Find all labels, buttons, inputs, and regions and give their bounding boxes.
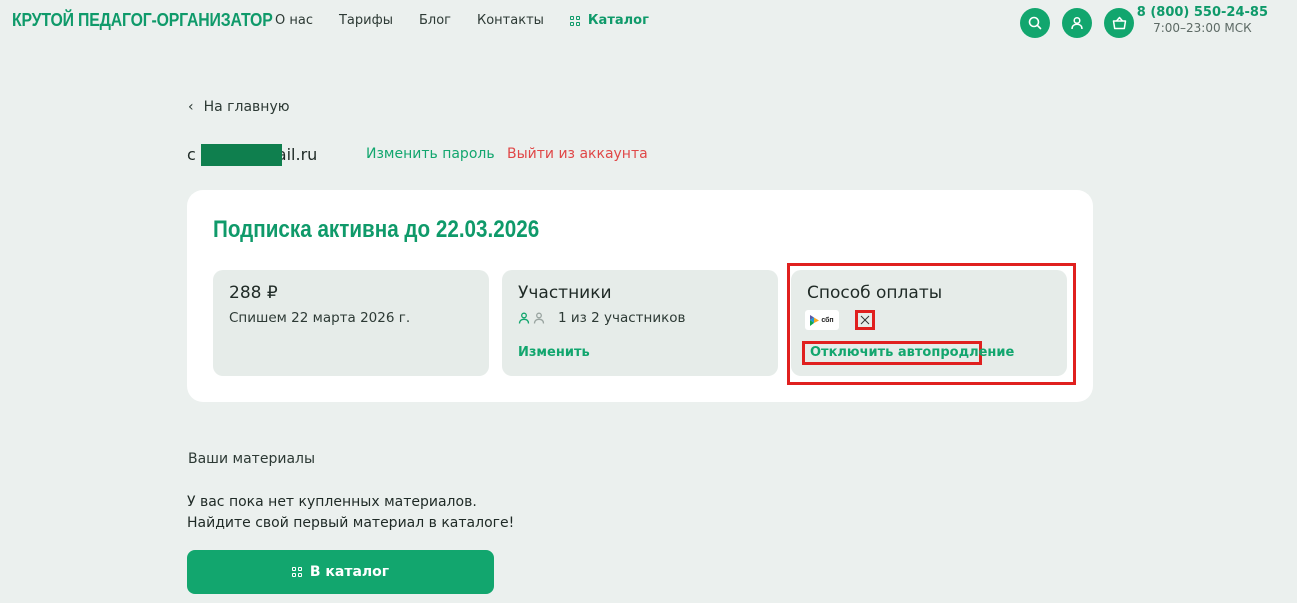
subscription-title: Подписка активна до 22.03.2026 bbox=[213, 216, 540, 243]
site-header: КРУТОЙ ПЕДАГОГ-ОРГАНИЗАТОР О нас Тарифы … bbox=[0, 0, 1297, 50]
main-nav: О нас Тарифы Блог Контакты Каталог bbox=[275, 13, 675, 28]
members-tile: Участники 1 из 2 участников Изменить bbox=[502, 270, 778, 376]
change-password-link[interactable]: Изменить пароль bbox=[366, 146, 495, 162]
member-empty-icon bbox=[533, 312, 545, 324]
grid-icon bbox=[291, 567, 302, 577]
search-button[interactable] bbox=[1020, 8, 1050, 38]
members-title: Участники bbox=[518, 283, 612, 303]
nav-tariffs[interactable]: Тарифы bbox=[339, 13, 393, 28]
next-charge-date: Спишем 22 марта 2026 г. bbox=[229, 310, 411, 326]
back-link-label: На главную bbox=[203, 99, 290, 115]
grid-icon bbox=[569, 15, 580, 26]
subscription-card: Подписка активна до 22.03.2026 288 ₽ Спи… bbox=[187, 190, 1093, 402]
email-suffix: ail.ru bbox=[276, 145, 318, 164]
empty-line-2: Найдите свой первый материал в каталоге! bbox=[187, 515, 515, 531]
email-redaction bbox=[201, 144, 282, 166]
account-button[interactable] bbox=[1062, 8, 1092, 38]
contact-phone: 8 (800) 550-24-85 7:00–23:00 МСК bbox=[1137, 5, 1268, 35]
phone-number[interactable]: 8 (800) 550-24-85 bbox=[1137, 5, 1268, 20]
nav-catalog[interactable]: Каталог bbox=[569, 13, 649, 28]
members-count-text: 1 из 2 участников bbox=[558, 310, 686, 326]
empty-line-1: У вас пока нет купленных материалов. bbox=[187, 494, 477, 510]
price-tile: 288 ₽ Спишем 22 марта 2026 г. bbox=[213, 270, 489, 376]
cart-button[interactable] bbox=[1104, 8, 1134, 38]
nav-catalog-label: Каталог bbox=[587, 13, 649, 28]
price-value: 288 ₽ bbox=[229, 283, 278, 303]
payment-tile-highlight bbox=[787, 263, 1076, 385]
back-to-home-link[interactable]: ‹ На главную bbox=[188, 99, 290, 115]
work-hours: 7:00–23:00 МСК bbox=[1153, 21, 1252, 35]
email-prefix: c bbox=[187, 145, 196, 164]
nav-blog[interactable]: Блог bbox=[419, 13, 451, 28]
basket-icon bbox=[1112, 16, 1126, 30]
search-icon bbox=[1028, 16, 1042, 30]
members-count: 1 из 2 участников bbox=[518, 310, 686, 326]
logout-link[interactable]: Выйти из аккаунта bbox=[507, 146, 648, 162]
nav-contacts[interactable]: Контакты bbox=[477, 13, 544, 28]
site-logo[interactable]: КРУТОЙ ПЕДАГОГ-ОРГАНИЗАТОР bbox=[12, 10, 273, 31]
materials-heading: Ваши материалы bbox=[188, 451, 316, 467]
user-icon bbox=[1071, 16, 1083, 30]
materials-empty-message: У вас пока нет купленных материалов. Най… bbox=[187, 492, 514, 534]
member-active-icon bbox=[518, 312, 530, 324]
nav-about[interactable]: О нас bbox=[275, 13, 313, 28]
go-to-catalog-button[interactable]: В каталог bbox=[187, 550, 494, 594]
chevron-left-icon: ‹ bbox=[188, 99, 194, 115]
change-members-link[interactable]: Изменить bbox=[518, 345, 590, 360]
catalog-button-label: В каталог bbox=[309, 564, 390, 580]
